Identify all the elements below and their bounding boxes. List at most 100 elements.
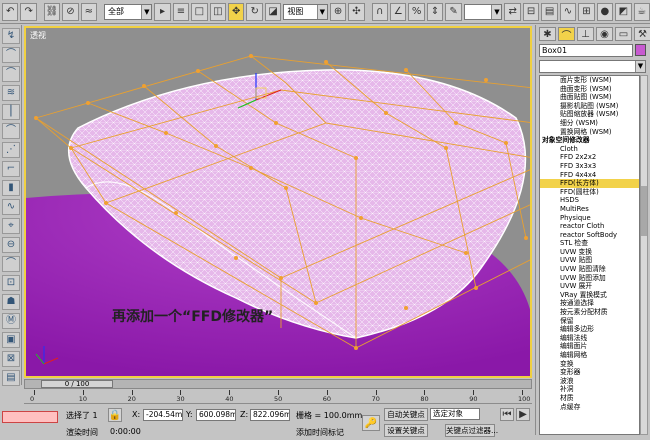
modifier-list-item[interactable]: 点缓存 [540, 403, 639, 412]
curve-editor-icon[interactable]: ∿ [559, 2, 577, 21]
render-icon[interactable]: ☕ [633, 2, 650, 21]
modifier-list-item[interactable]: UVW 展开 [540, 282, 639, 291]
modifier-list-item[interactable]: FFD(长方体) [540, 179, 639, 188]
modifier-list-item[interactable]: 按元素分配材质 [540, 308, 639, 317]
tool-icon[interactable]: ↯ [2, 28, 20, 44]
create-tab-icon[interactable]: ✱ [539, 27, 556, 41]
reference-coord-dropdown[interactable]: 视图 ▼ [283, 3, 328, 20]
named-selection-icon[interactable]: ✎ [445, 2, 462, 21]
motion-tab-icon[interactable]: ◉ [596, 27, 613, 41]
tool-icon[interactable]: ⌐ [2, 161, 20, 177]
snap-toggle-icon[interactable]: ∩ [371, 2, 389, 21]
tool-icon[interactable]: ⌒ [2, 66, 20, 82]
window-crossing-icon[interactable]: ◫ [209, 2, 227, 21]
redo-icon[interactable]: ↷ [20, 2, 37, 21]
pivot-center-icon[interactable]: ⊕ [329, 2, 347, 21]
layer-manager-icon[interactable]: ▤ [541, 2, 558, 21]
tool-icon[interactable]: ⌒ [2, 47, 20, 63]
modifier-list-item[interactable]: 贴图缩放器 (WSM) [540, 110, 639, 119]
modifier-list-item[interactable]: Physique [540, 214, 639, 223]
modifier-list-item[interactable]: 编辑法线 [540, 334, 639, 343]
viewport-label[interactable]: 透视 [30, 30, 46, 41]
tool-icon[interactable]: ▣ [2, 332, 20, 348]
modifier-list-item[interactable]: 编辑网格 [540, 351, 639, 360]
material-editor-icon[interactable]: ● [596, 2, 614, 21]
tool-icon[interactable]: ⊠ [2, 351, 20, 367]
add-time-tag[interactable]: 添加时间标记 [296, 427, 344, 438]
modifier-list-item[interactable]: STL 检查 [540, 239, 639, 248]
render-setup-icon[interactable]: ◩ [615, 2, 632, 21]
align-icon[interactable]: ⊟ [522, 2, 540, 21]
key-icon[interactable]: 🔑 [362, 415, 380, 431]
undo-icon[interactable]: ↶ [2, 2, 19, 21]
scale-icon[interactable]: ◪ [264, 2, 282, 21]
modifier-list-item[interactable]: HSDS [540, 196, 639, 205]
angle-snap-icon[interactable]: ∠ [390, 2, 407, 21]
selected-object-dropdown[interactable]: 选定对象 [430, 408, 480, 420]
modifier-list-dropdown[interactable]: ▼ [539, 60, 646, 73]
tool-icon[interactable]: ⌒ [2, 123, 20, 139]
modifier-list-item[interactable]: 曲面变形 (WSM) [540, 85, 639, 94]
modifier-list-item[interactable]: 变形器 [540, 368, 639, 377]
go-to-start-icon[interactable]: ⏮ [500, 408, 514, 421]
modifier-list-item[interactable]: UVW 贴图添加 [540, 274, 639, 283]
modifier-list-item[interactable]: 按通道选择 [540, 299, 639, 308]
modifier-list-item[interactable]: 保留 [540, 317, 639, 326]
set-key-button[interactable]: 设置关键点 [384, 424, 428, 437]
tool-icon[interactable]: ⌖ [2, 218, 20, 234]
modifier-list-item[interactable]: UVW 贴图清除 [540, 265, 639, 274]
modifier-list-item[interactable]: 面片变形 (WSM) [540, 76, 639, 85]
object-name-field[interactable]: Box01 [539, 44, 633, 57]
time-slider-knob[interactable]: 0 / 100 [41, 380, 113, 388]
modify-tab-icon[interactable]: ⌒ [558, 27, 575, 42]
modifier-list-item[interactable]: 变换 [540, 360, 639, 369]
modifier-list-item[interactable]: 波浪 [540, 377, 639, 386]
time-slider[interactable]: 0 / 100 [24, 379, 532, 389]
tool-icon[interactable]: ☗ [2, 294, 20, 310]
modifier-list-item[interactable]: FFD 4x4x4 [540, 171, 639, 180]
modifier-list-item[interactable]: 细分 (WSM) [540, 119, 639, 128]
modifier-list-item[interactable]: 编辑多边形 [540, 325, 639, 334]
tool-icon[interactable]: ▮ [2, 180, 20, 196]
lock-selection-icon[interactable]: 🔒 [108, 408, 122, 422]
mirror-icon[interactable]: ⇄ [504, 2, 521, 21]
tool-icon[interactable]: ⊡ [2, 275, 20, 291]
tool-icon[interactable]: ≋ [2, 85, 20, 101]
modifier-list-scrollbar[interactable] [640, 75, 648, 435]
modifier-list-item[interactable]: FFD 3x3x3 [540, 162, 639, 171]
modifier-list-item[interactable]: 编辑面片 [540, 342, 639, 351]
display-tab-icon[interactable]: ▭ [615, 27, 632, 41]
modifier-list-item[interactable]: 曲面贴图 (WSM) [540, 93, 639, 102]
modifier-list-item[interactable]: 补洞 [540, 385, 639, 394]
bind-spacewarp-icon[interactable]: ≈ [80, 2, 98, 21]
tool-icon[interactable]: ∿ [2, 199, 20, 215]
maxscript-listener[interactable] [2, 411, 58, 423]
modifier-list-item[interactable]: Cloth [540, 145, 639, 154]
x-coord-field[interactable]: -204.54mm [143, 409, 183, 421]
spinner-snap-icon[interactable]: ⇕ [426, 2, 444, 21]
schematic-view-icon[interactable]: ⊞ [578, 2, 595, 21]
perspective-viewport[interactable]: 透视 再添加一个“FFD修改器” [24, 26, 532, 378]
named-selection-sets-dropdown[interactable]: ▼ [463, 3, 503, 20]
modifier-list-item[interactable]: FFD 2x2x2 [540, 153, 639, 162]
modifier-list-item[interactable]: MultiRes [540, 205, 639, 214]
rotate-icon[interactable]: ↻ [246, 2, 263, 21]
auto-key-button[interactable]: 自动关键点 [384, 408, 428, 421]
key-filters-button[interactable]: 关键点过滤器... [445, 424, 498, 437]
utilities-tab-icon[interactable]: ⚒ [634, 27, 650, 41]
percent-snap-icon[interactable]: % [408, 2, 425, 21]
tool-icon[interactable]: ▤ [2, 370, 20, 386]
selection-filter-dropdown[interactable]: 全部 ▼ [103, 3, 153, 20]
tool-icon[interactable]: ⎮ [2, 104, 20, 120]
track-bar[interactable]: 0 10 20 30 40 50 60 70 80 90 100 [24, 390, 532, 404]
region-select-icon[interactable]: □ [191, 2, 208, 21]
tool-icon[interactable]: Ⓜ [2, 313, 20, 329]
tool-icon[interactable]: ⊖ [2, 237, 20, 253]
select-manipulate-icon[interactable]: ✣ [348, 2, 365, 21]
modifier-list-item[interactable]: UVW 贴图 [540, 256, 639, 265]
object-color-swatch[interactable] [635, 44, 646, 56]
tool-icon[interactable]: ⌒ [2, 256, 20, 272]
modifier-list-item[interactable]: 材质 [540, 394, 639, 403]
modifier-list[interactable]: 面片变形 (WSM) 曲面变形 (WSM) 曲面贴图 (WSM) 摄影机贴图 (WSM… [539, 75, 640, 435]
link-icon[interactable]: ⛓ [43, 2, 61, 21]
